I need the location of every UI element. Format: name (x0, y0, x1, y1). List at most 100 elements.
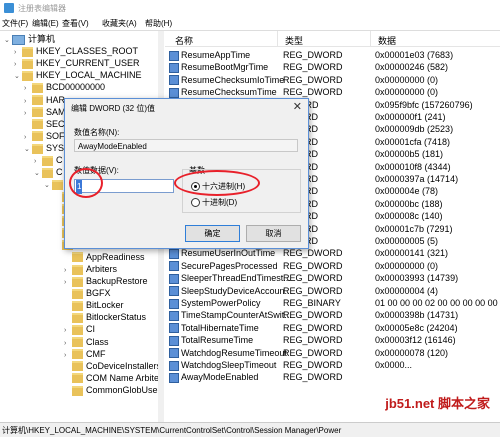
tree-node-label: SYS (46, 142, 65, 153)
header-type[interactable]: 类型 (285, 34, 303, 47)
menu-favorites[interactable]: 收藏夹(A) (102, 18, 137, 29)
header-data[interactable]: 数据 (378, 34, 396, 47)
tree-node-label: CommonGlobUserS (86, 384, 163, 395)
tree-node[interactable]: CommonGlobUserS (64, 384, 163, 396)
tree-node[interactable]: › BCD00000000 (24, 81, 105, 94)
value-type: REG_DWORD (283, 74, 343, 85)
tree-node[interactable]: › Class (64, 336, 109, 348)
menu-edit[interactable]: 编辑(E) (32, 18, 59, 29)
value-data: 0x00003993 (14739) (375, 273, 459, 284)
tree-node[interactable]: › Arbiters (64, 263, 117, 275)
value-row[interactable]: ResumeChecksumIoTime REG_DWORD 0x00000000 … (165, 75, 500, 86)
tree-node[interactable]: ⌄ 计算机 (4, 33, 55, 45)
tree-node[interactable]: › C (34, 154, 63, 166)
value-data: 0x00000000 (0) (375, 74, 439, 85)
tree-node[interactable]: SEC (24, 118, 65, 130)
regedit-icon (4, 3, 14, 13)
tree-node[interactable]: › BackupRestore (64, 275, 148, 287)
cancel-button[interactable]: 取消 (246, 225, 301, 242)
radio-unselected-icon (191, 198, 200, 208)
dec-radio[interactable]: 十进制(D) (191, 197, 237, 208)
value-row[interactable]: TotalHibernateTime REG_DWORD 0x00005e8c (2… (165, 323, 500, 334)
value-row[interactable]: AwayModeEnabled REG_DWORD (165, 372, 500, 384)
tree-node-label: CoDeviceInstallers (86, 360, 162, 371)
reg-value-icon (169, 348, 179, 359)
close-icon[interactable]: ✕ (293, 100, 302, 113)
value-row[interactable]: SleepStudyDeviceAccoun... REG_DWORD 0x0000… (165, 286, 500, 297)
value-type: REG_BINARY (283, 298, 341, 308)
tree-node-label: HKEY_CURRENT_USER (36, 58, 140, 69)
tree-node[interactable]: AppReadiness (64, 251, 145, 263)
reg-value-icon (169, 286, 179, 297)
folder-icon (72, 264, 83, 275)
tree-node[interactable]: › SOF (24, 130, 65, 142)
tree-node[interactable]: BitlockerStatus (64, 311, 146, 323)
folder-icon (32, 83, 43, 94)
menu-bar: 文件(F) 编辑(E) 查看(V) 收藏夹(A) 帮助(H) (0, 16, 500, 30)
chevron-down-icon[interactable]: ⌄ (34, 168, 42, 180)
value-row[interactable]: SleeperThreadEndTimest... REG_DWORD 0x0000… (165, 273, 500, 284)
tree-node[interactable]: COM Name Arbiter (64, 372, 162, 384)
folder-icon (72, 288, 83, 299)
tree-node-label: AppReadiness (86, 251, 145, 262)
tree-node[interactable]: › HKEY_CURRENT_USER (14, 57, 140, 69)
value-name-field: AwayModeEnabled (74, 139, 298, 152)
value-data: 0x00000078 (120) (375, 347, 449, 358)
value-data: 0x00005e8c (24204) (375, 322, 458, 333)
value-row[interactable]: TimeStampCounterAtSwit... REG_DWORD 0x0000… (165, 310, 500, 322)
tree-node[interactable]: ⌄ HKEY_LOCAL_MACHINE (14, 69, 142, 81)
value-row[interactable]: ResumeChecksumTime REG_DWORD 0x00000000 (0… (165, 87, 500, 98)
chevron-down-icon[interactable]: ⌄ (4, 35, 12, 47)
menu-file[interactable]: 文件(F) (2, 18, 28, 29)
value-type: REG_DWORD (283, 310, 343, 321)
chevron-down-icon[interactable]: ⌄ (14, 71, 22, 83)
value-data: 0x00003f12 (16146) (375, 335, 456, 346)
ok-button[interactable]: 确定 (185, 225, 240, 242)
value-data: 0x00000005 (5) (375, 236, 439, 246)
menu-help[interactable]: 帮助(H) (145, 18, 172, 29)
header-name[interactable]: 名称 (175, 34, 193, 47)
tree-node[interactable]: ⌄ SYS (24, 142, 64, 154)
tree-node[interactable]: BitLocker (64, 299, 124, 311)
tree-node[interactable]: › HKEY_CLASSES_ROOT (14, 45, 138, 57)
value-row[interactable]: SecurePagesProcessed REG_DWORD 0x00000000 … (165, 261, 500, 272)
value-data: 0x00000246 (582) (375, 62, 449, 73)
tree-node[interactable]: ⌄ (44, 178, 66, 190)
value-row[interactable]: SystemPowerPolicy REG_BINARY 01 00 00 00 0… (165, 298, 500, 309)
tree-node-label: SOF (46, 130, 65, 141)
tree-node[interactable]: › CI (64, 323, 95, 336)
value-row[interactable]: TotalResumeTime REG_DWORD 0x00003f12 (1614… (165, 335, 500, 346)
folder-icon (72, 312, 83, 323)
tree-node-label: CMF (86, 348, 106, 359)
reg-value-icon (169, 373, 179, 384)
value-type: REG_DWORD (283, 260, 343, 271)
chevron-down-icon[interactable]: ⌄ (24, 144, 32, 156)
tree-node-label: BackupRestore (86, 276, 148, 286)
menu-view[interactable]: 查看(V) (62, 18, 89, 29)
chevron-down-icon[interactable]: ⌄ (44, 180, 52, 192)
tree-node[interactable]: › CMF (64, 348, 106, 360)
value-data: 0x0000397a (14714) (375, 174, 459, 184)
folder-icon (72, 325, 83, 336)
tree-node-label: BGFX (86, 288, 111, 299)
tree-node[interactable]: › HAR (24, 94, 65, 106)
value-row[interactable]: WatchdogSleepTimeout REG_DWORD 0x0000... (165, 360, 500, 371)
value-type: REG_DWORD (283, 347, 343, 358)
folder-icon (42, 167, 53, 178)
value-row[interactable]: ResumeUserInOutTime REG_DWORD 0x00000141 (… (165, 248, 500, 260)
folder-icon (22, 58, 33, 69)
value-row[interactable]: WatchdogResumeTimeout REG_DWORD 0x00000078… (165, 348, 500, 359)
reg-value-icon (169, 311, 179, 322)
tree-node[interactable]: BGFX (64, 287, 111, 299)
value-type: REG_DWORD (283, 50, 343, 60)
tree-node[interactable]: CoDeviceInstallers (64, 360, 161, 372)
value-row[interactable]: ResumeAppTime REG_DWORD 0x00001e03 (7683) (165, 50, 500, 61)
value-data: 0x0000398b (14731) (375, 310, 459, 321)
tree-node[interactable]: ⌄ C (34, 166, 63, 178)
value-data: 0x00000004 (4) (375, 285, 439, 296)
tree-node[interactable]: › SAM (24, 106, 66, 118)
value-type: REG_DWORD (283, 248, 343, 259)
value-row[interactable]: ResumeBootMgrTime REG_DWORD 0x00000246 (58… (165, 62, 500, 74)
value-type: REG_DWORD (283, 322, 343, 333)
dialog-title: 编辑 DWORD (32 位)值 (71, 104, 155, 113)
